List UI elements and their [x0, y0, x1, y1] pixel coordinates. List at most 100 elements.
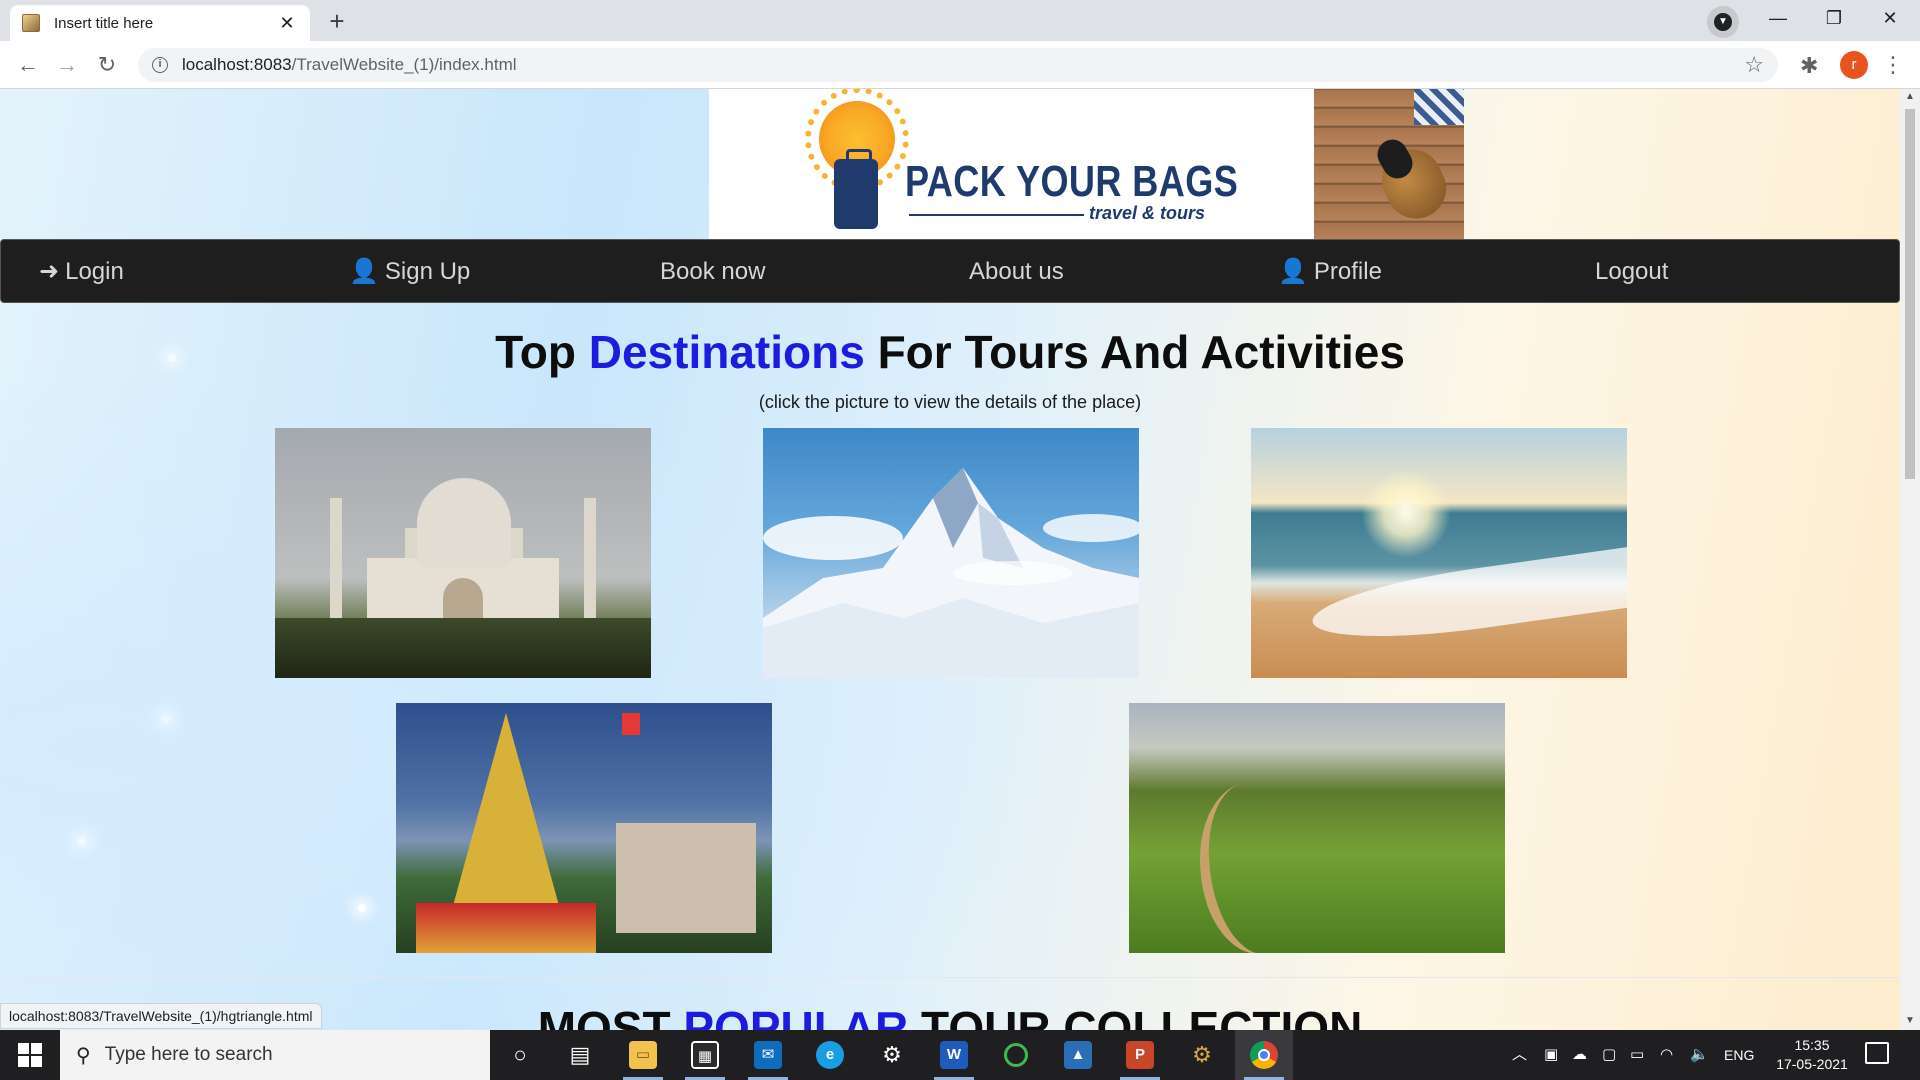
nav-logout-label: Logout [1595, 258, 1669, 285]
nav-sign-up[interactable]: 👤 Sign Up [349, 240, 470, 304]
nav-about-us[interactable]: About us [969, 240, 1064, 304]
section-heading: Top Destinations For Tours And Activitie… [0, 325, 1900, 379]
heading-post: For Tours And Activities [864, 326, 1405, 378]
task-view-icon[interactable]: ▤ [551, 1030, 609, 1080]
site-banner: PACK YOUR BAGS travel & tours [709, 89, 1464, 239]
edge-icon[interactable]: e [801, 1030, 859, 1080]
section-subtext: (click the picture to view the details o… [758, 392, 1142, 412]
browser-toolbar: ← → ↻ i localhost:8083/TravelWebsite_(1)… [0, 41, 1920, 89]
golden-spire-graphic [451, 713, 561, 913]
link-status-bubble: localhost:8083/TravelWebsite_(1)/hgtrian… [0, 1003, 322, 1029]
destination-image-temple[interactable] [396, 703, 772, 953]
tab-close-icon[interactable]: ✕ [276, 13, 298, 34]
heading-accent: Destinations [588, 326, 865, 378]
windows-start-icon[interactable] [10, 1040, 50, 1070]
browser-menu-icon[interactable]: ⋮ [1882, 51, 1904, 79]
bookmark-star-icon[interactable]: ☆ [1744, 52, 1764, 78]
nav-book-now-label: Book now [660, 258, 766, 285]
nav-about-us-label: About us [969, 258, 1064, 285]
minimize-button[interactable]: — [1750, 0, 1806, 36]
taskbar-clock[interactable]: 15:35 17-05-2021 [1762, 1036, 1862, 1074]
address-bar[interactable]: i localhost:8083/TravelWebsite_(1)/index… [138, 48, 1778, 82]
site-navbar: ➜ Login 👤 Sign Up Book now About us 👤 Pr… [0, 239, 1900, 303]
nav-login-label: Login [65, 258, 124, 285]
gear-app-icon[interactable]: ⚙ [1173, 1030, 1231, 1080]
logo-title: PACK YOUR BAGS [905, 157, 1239, 206]
chrome-icon[interactable] [1235, 1030, 1293, 1080]
mail-icon[interactable]: ✉ [739, 1030, 797, 1080]
towel-graphic [1414, 89, 1464, 125]
microsoft-store-icon[interactable]: ▦ [676, 1030, 734, 1080]
suitcase-icon [834, 149, 878, 229]
language-indicator[interactable]: ENG [1724, 1030, 1754, 1080]
back-button[interactable]: ← [12, 49, 44, 81]
photos-icon[interactable]: ▲ [1049, 1030, 1107, 1080]
cortana-icon[interactable]: ○ [491, 1030, 549, 1080]
search-icon: ⚲ [76, 1044, 91, 1067]
popular-heading-post: TOUR COLLECTION [908, 1002, 1363, 1030]
windows-taskbar: ⚲ Type here to search ○ ▤ ▭ ▦ ✉ e ⚙ W ▲ … [0, 1030, 1920, 1080]
destination-image-tea-garden[interactable] [1129, 703, 1505, 953]
wave-foam-graphic [1308, 544, 1627, 652]
sign-in-icon: ➜ [39, 258, 60, 285]
url-path: /TravelWebsite_(1)/index.html [291, 55, 517, 74]
profile-avatar[interactable]: r [1840, 51, 1868, 79]
clock-time: 15:35 [1794, 1037, 1830, 1053]
section-divider [0, 977, 1900, 978]
logo-subtitle: travel & tours [1089, 203, 1206, 223]
security-icon[interactable]: ▢ [1602, 1030, 1616, 1080]
url-host: localhost:8083 [182, 55, 292, 74]
building-graphic [616, 823, 756, 933]
settings-gear-icon[interactable]: ⚙ [863, 1030, 921, 1080]
chevron-down-icon: ▼ [1714, 13, 1732, 31]
page-scrollbar[interactable]: ▲ ▼ [1900, 89, 1920, 1030]
extensions-puzzle-icon[interactable]: ✱ [1800, 53, 1818, 79]
tab-title: Insert title here [54, 14, 154, 32]
banner-photo [1314, 89, 1464, 239]
tray-overflow-chevron-icon[interactable]: ︿ [1512, 1030, 1527, 1080]
scroll-down-arrow-icon[interactable]: ▼ [1905, 1015, 1915, 1026]
media-control-button[interactable]: ▼ [1707, 6, 1739, 38]
nav-book-now[interactable]: Book now [660, 240, 765, 304]
page-viewport: PACK YOUR BAGS travel & tours ➜ Login 👤 … [0, 89, 1900, 1030]
nav-login[interactable]: ➜ Login [39, 240, 124, 304]
reload-button[interactable]: ↻ [91, 49, 123, 81]
notification-center-icon[interactable] [1865, 1042, 1889, 1064]
destination-image-beach[interactable] [1251, 428, 1627, 678]
volume-icon[interactable]: 🔈 [1690, 1030, 1709, 1080]
word-icon[interactable]: W [925, 1030, 983, 1080]
browser-tab-strip: Insert title here ✕ + ▼ — ❐ ✕ [0, 0, 1920, 41]
site-info-icon[interactable]: i [152, 57, 168, 73]
taskbar-search[interactable]: ⚲ Type here to search [60, 1030, 490, 1080]
scroll-thumb[interactable] [1905, 109, 1915, 479]
meet-now-icon[interactable]: ▣ [1544, 1030, 1558, 1080]
flag-graphic [622, 713, 640, 735]
sparkle-decoration [162, 715, 170, 723]
nav-profile[interactable]: 👤 Profile [1278, 240, 1382, 304]
forward-button[interactable]: → [51, 49, 83, 81]
taskbar-search-placeholder: Type here to search [104, 1044, 273, 1065]
scroll-up-arrow-icon[interactable]: ▲ [1905, 91, 1915, 102]
close-window-button[interactable]: ✕ [1862, 0, 1918, 36]
battery-icon[interactable]: ▭ [1630, 1030, 1644, 1080]
temple-base-graphic [416, 903, 596, 953]
favicon-icon [22, 14, 40, 32]
user-plus-icon: 👤 [349, 258, 379, 285]
network-error-icon[interactable]: ☁ [1572, 1030, 1587, 1080]
nav-logout[interactable]: Logout [1595, 240, 1668, 304]
wifi-icon[interactable]: ◠ [1660, 1030, 1673, 1080]
trail-graphic [1178, 771, 1330, 953]
destination-image-mountain[interactable] [763, 428, 1139, 678]
new-tab-button[interactable]: + [320, 5, 354, 39]
browser-tab[interactable]: Insert title here ✕ [10, 5, 310, 41]
file-explorer-icon[interactable]: ▭ [614, 1030, 672, 1080]
powerpoint-icon[interactable]: P [1111, 1030, 1169, 1080]
trees-graphic [275, 618, 651, 678]
popular-heading-accent: POPULAR [683, 1002, 909, 1030]
loading-app-icon[interactable] [987, 1030, 1045, 1080]
mountain-graphic [763, 468, 1139, 678]
restore-button[interactable]: ❐ [1806, 0, 1862, 36]
destination-image-taj-mahal[interactable] [275, 428, 651, 678]
logo-underline [909, 214, 1084, 216]
nav-sign-up-label: Sign Up [384, 258, 471, 285]
